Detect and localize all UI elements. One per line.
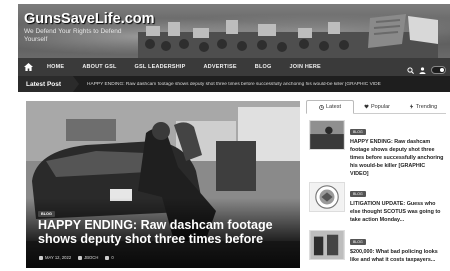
sidebar-post[interactable]: BLOG $200,000: What bad policing looks l… (306, 230, 446, 264)
post-category-badge[interactable]: BLOG (350, 239, 366, 245)
feature-category-badge[interactable]: BLOG (38, 211, 55, 217)
nav-item-gsl-leadership[interactable]: GSL LEADERSHIP (126, 64, 195, 70)
post-title[interactable]: HAPPY ENDING: Raw dashcam footage shows … (350, 138, 444, 178)
post-category-badge[interactable]: BLOG (350, 129, 366, 135)
site-title[interactable]: GunsSaveLife.com (24, 11, 155, 27)
tab-trending[interactable]: Trending (400, 100, 446, 113)
main-navigation: HOME ABOUT GSL GSL LEADERSHIP ADVERTISE … (18, 58, 450, 76)
post-title[interactable]: $200,000: What bad policing looks like a… (350, 248, 444, 264)
site-tagline: We Defend Your Rights to Defend Yourself (24, 28, 122, 43)
post-title[interactable]: LITIGATION UPDATE: Guess who else though… (350, 200, 444, 224)
feature-date: MAY 12, 2022 (39, 255, 71, 260)
nav-item-join-here[interactable]: JOIN HERE (280, 64, 329, 70)
bolt-icon (409, 104, 413, 109)
nav-item-home[interactable]: HOME (38, 64, 73, 70)
post-category-badge[interactable]: BLOG (350, 191, 366, 197)
ticker-headline-link[interactable]: HAPPY ENDING: Raw dashcam footage shows … (73, 82, 413, 87)
tab-popular[interactable]: Popular (354, 100, 400, 113)
nav-item-about-gsl[interactable]: ABOUT GSL (73, 64, 125, 70)
feature-headline[interactable]: HAPPY ENDING: Raw dashcam footage shows … (38, 218, 308, 246)
comment-icon (105, 255, 110, 260)
latest-post-ticker: Latest Post HAPPY ENDING: Raw dashcam fo… (18, 76, 450, 92)
nav-item-advertise[interactable]: ADVERTISE (195, 64, 246, 70)
post-thumbnail[interactable] (309, 120, 345, 150)
tab-latest[interactable]: Latest (306, 100, 354, 114)
author-icon (78, 255, 83, 260)
sidebar-post[interactable]: BLOG LITIGATION UPDATE: Guess who else t… (306, 182, 446, 224)
heart-icon (364, 104, 369, 109)
nav-item-blog[interactable]: BLOG (246, 64, 281, 70)
ticker-label: Latest Post (18, 76, 80, 92)
dark-mode-toggle[interactable] (431, 66, 446, 74)
header-banner: GunsSaveLife.com We Defend Your Rights t… (18, 4, 450, 58)
feature-author[interactable]: JBOCH (78, 255, 98, 260)
sidebar-post[interactable]: BLOG HAPPY ENDING: Raw dashcam footage s… (306, 120, 446, 178)
sidebar-widget: Latest Popular Trending BLOG HAPPY ENDIN… (306, 100, 446, 263)
calendar-icon (39, 255, 43, 260)
post-thumbnail[interactable] (309, 230, 345, 260)
clock-icon (319, 104, 324, 110)
banner-crowd-image (138, 14, 438, 58)
feature-comments[interactable]: 0 (105, 255, 114, 260)
sidebar-tabs: Latest Popular Trending (306, 100, 446, 114)
feature-meta: MAY 12, 2022 JBOCH 0 (39, 255, 114, 260)
home-icon[interactable] (18, 58, 38, 76)
post-thumbnail[interactable] (309, 182, 345, 212)
